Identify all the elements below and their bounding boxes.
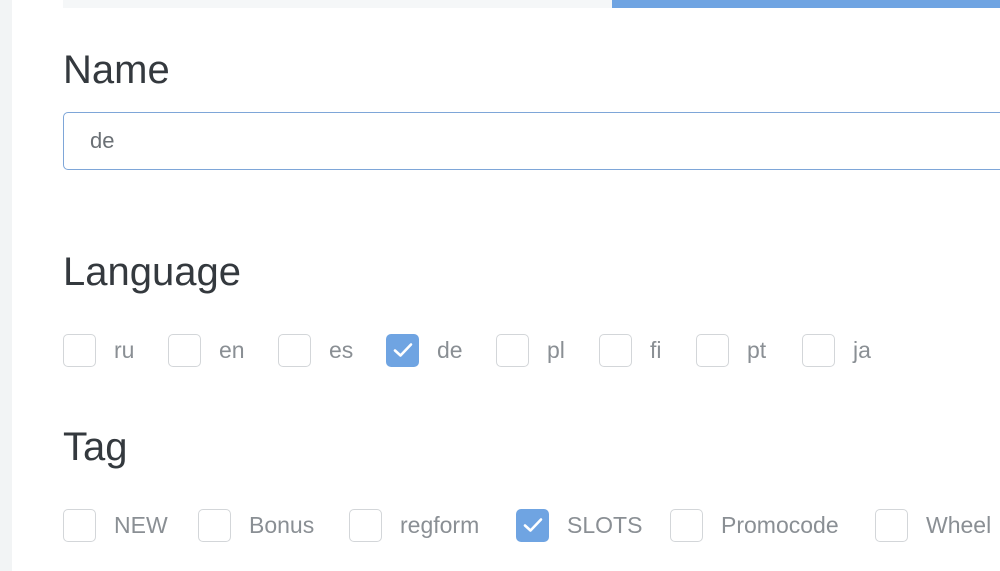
tag-option-promocode[interactable]: Promocode xyxy=(670,505,839,545)
language-option-en[interactable]: en xyxy=(168,330,245,370)
checkbox[interactable] xyxy=(599,333,632,367)
tag-option-new[interactable]: NEW xyxy=(63,505,168,545)
checkmark-icon xyxy=(393,343,412,357)
language-option-ru[interactable]: ru xyxy=(63,330,134,370)
language-option-label: fi xyxy=(650,336,662,363)
language-option-ja[interactable]: ja xyxy=(802,330,871,370)
active-tab-indicator[interactable] xyxy=(612,0,1000,8)
checkbox[interactable] xyxy=(63,333,96,367)
checkbox[interactable] xyxy=(496,333,529,367)
language-heading: Language xyxy=(63,250,241,294)
language-option-pt[interactable]: pt xyxy=(696,330,766,370)
language-option-label: ja xyxy=(853,336,871,363)
language-option-label: es xyxy=(329,336,354,363)
language-option-de[interactable]: de xyxy=(386,330,463,370)
tag-option-label: Promocode xyxy=(721,511,839,538)
checkmark-icon xyxy=(523,518,542,532)
checkbox[interactable] xyxy=(278,333,311,367)
tag-option-wheel[interactable]: Wheel xyxy=(875,505,991,545)
tag-heading: Tag xyxy=(63,425,128,469)
checkbox[interactable] xyxy=(349,508,382,542)
language-option-es[interactable]: es xyxy=(278,330,353,370)
tag-option-label: Bonus xyxy=(249,511,315,538)
tag-option-bonus[interactable]: Bonus xyxy=(198,505,314,545)
language-option-pl[interactable]: pl xyxy=(496,330,565,370)
tag-option-label: Wheel xyxy=(926,511,992,538)
checkbox[interactable] xyxy=(198,508,231,542)
language-checkbox-group: ru en es de pl fi pt ja xyxy=(0,330,1000,370)
tag-checkbox-group: NEW Bonus regform SLOTS Promocode Wheel xyxy=(0,505,1000,545)
tag-option-regform[interactable]: regform xyxy=(349,505,479,545)
checkbox[interactable] xyxy=(386,333,419,367)
tag-option-label: NEW xyxy=(114,511,168,538)
checkbox[interactable] xyxy=(875,508,908,542)
language-option-label: de xyxy=(437,336,463,363)
checkbox[interactable] xyxy=(802,333,835,367)
top-tab-bar xyxy=(63,0,1000,8)
language-option-fi[interactable]: fi xyxy=(599,330,662,370)
checkbox[interactable] xyxy=(63,508,96,542)
checkbox[interactable] xyxy=(696,333,729,367)
language-option-label: en xyxy=(219,336,245,363)
tag-option-slots[interactable]: SLOTS xyxy=(516,505,642,545)
language-option-label: ru xyxy=(114,336,135,363)
tag-option-label: regform xyxy=(400,511,480,538)
checkbox[interactable] xyxy=(670,508,703,542)
left-rail xyxy=(0,0,12,571)
language-option-label: pl xyxy=(547,336,565,363)
name-input[interactable] xyxy=(63,112,1000,170)
tag-option-label: SLOTS xyxy=(567,511,643,538)
checkbox[interactable] xyxy=(516,508,549,542)
language-option-label: pt xyxy=(747,336,767,363)
name-heading: Name xyxy=(63,48,170,92)
checkbox[interactable] xyxy=(168,333,201,367)
